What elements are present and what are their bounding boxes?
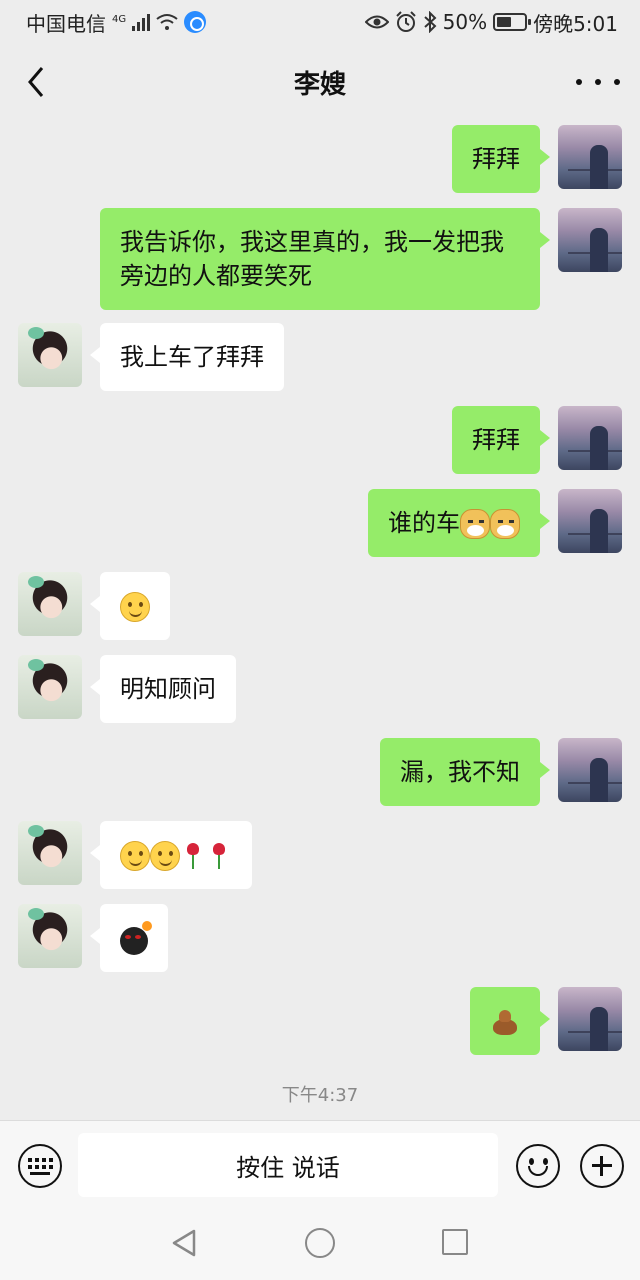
emoji-face-icon[interactable]	[516, 1144, 560, 1188]
back-button[interactable]	[16, 62, 56, 102]
chevron-left-icon	[28, 67, 44, 97]
my-avatar[interactable]	[558, 406, 622, 470]
contact-avatar[interactable]	[18, 323, 82, 387]
message-bubble[interactable]: 漏，我不知	[380, 738, 550, 806]
message-bubble[interactable]	[90, 904, 168, 972]
carrier-name: 中国电信	[26, 11, 106, 36]
wifi-icon	[156, 14, 178, 30]
input-bar: 按住 说话	[0, 1120, 640, 1210]
rose-emoji	[180, 841, 206, 871]
contact-avatar[interactable]	[18, 821, 82, 885]
status-bar-left: 中国电信 4G	[26, 8, 207, 37]
chat-header: 李嫂	[0, 44, 640, 120]
message-bubble[interactable]	[90, 572, 170, 640]
message-timestamp: 下午4:37	[281, 1085, 359, 1106]
contact-avatar[interactable]	[18, 655, 82, 719]
hold-to-talk-button[interactable]: 按住 说话	[78, 1133, 498, 1197]
message-bubble[interactable]	[470, 987, 550, 1055]
eye-icon	[364, 15, 389, 29]
message-bubble[interactable]: 我上车了拜拜	[90, 323, 284, 391]
signal-icon	[132, 13, 151, 31]
my-avatar[interactable]	[558, 489, 622, 553]
doge-emoji	[460, 509, 490, 539]
bomb-emoji	[120, 921, 152, 955]
app-notification-icon	[184, 11, 207, 33]
clock-time: 傍晚5:01	[533, 11, 618, 36]
battery-percent: 50%	[442, 10, 488, 34]
plus-circle-icon[interactable]	[580, 1144, 624, 1188]
my-avatar[interactable]	[558, 987, 622, 1051]
smile-emoji	[120, 841, 150, 871]
message-bubble[interactable]: 我告诉你，我这里真的，我一发把我旁边的人都要笑死	[100, 208, 550, 310]
bluetooth-icon	[423, 11, 437, 33]
message-bubble[interactable]	[90, 821, 252, 889]
smile-emoji	[150, 841, 180, 871]
message-bubble[interactable]: 明知顾问	[90, 655, 236, 723]
home-circle-icon[interactable]	[305, 1228, 335, 1258]
my-avatar[interactable]	[558, 208, 622, 272]
contact-avatar[interactable]	[18, 572, 82, 636]
status-bar-right: 50% 傍晚5:01	[364, 8, 618, 37]
message-bubble[interactable]: 拜拜	[452, 406, 550, 474]
battery-icon	[493, 13, 532, 31]
chat-title: 李嫂	[293, 69, 346, 100]
smile-emoji	[120, 592, 150, 622]
alarm-icon	[395, 11, 416, 32]
doge-emoji	[490, 509, 520, 539]
back-triangle-icon[interactable]	[170, 1228, 198, 1258]
message-bubble[interactable]: 谁的车	[368, 489, 550, 557]
recent-square-icon[interactable]	[442, 1229, 468, 1255]
network-type: 4G	[112, 13, 127, 25]
my-avatar[interactable]	[558, 125, 622, 189]
contact-avatar[interactable]	[18, 904, 82, 968]
rose-emoji	[206, 841, 232, 871]
poop-emoji	[490, 1007, 520, 1037]
my-avatar[interactable]	[558, 738, 622, 802]
system-navigation-bar	[0, 1210, 640, 1280]
keyboard-icon[interactable]	[18, 1144, 62, 1188]
status-bar: 中国电信 4G 50% 傍晚5:01	[0, 0, 640, 44]
more-dots-icon[interactable]	[576, 64, 620, 100]
message-bubble[interactable]: 拜拜	[452, 125, 550, 193]
message-list[interactable]: 拜拜 我告诉你，我这里真的，我一发把我旁边的人都要笑死 我上车了拜拜 拜拜 谁的…	[0, 120, 640, 1120]
